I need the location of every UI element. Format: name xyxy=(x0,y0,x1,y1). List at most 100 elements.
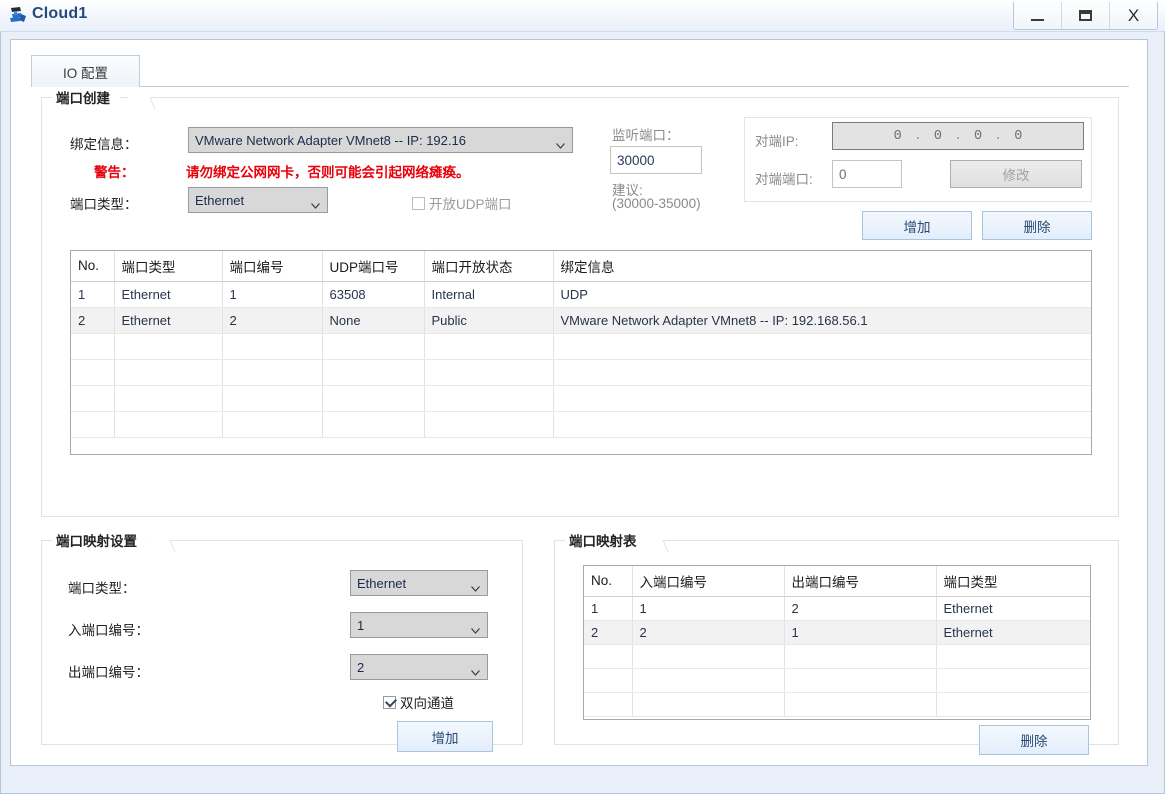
table-row[interactable]: 1 1 2 Ethernet xyxy=(584,596,1090,621)
checkbox-box xyxy=(383,694,398,709)
mapping-in-port-combo[interactable]: 1 xyxy=(350,612,488,638)
mapping-delete-button[interactable]: 删除 xyxy=(979,725,1089,755)
peer-port-input[interactable]: 0 xyxy=(832,160,902,188)
table-cell-empty xyxy=(936,644,1090,669)
delete-port-button-label: 删除 xyxy=(1023,219,1051,235)
table-cell-empty xyxy=(632,692,785,717)
listen-port-input[interactable]: 30000 xyxy=(610,146,702,174)
tab-io-config[interactable]: IO 配置 xyxy=(31,55,140,87)
tab-strip: IO 配置 xyxy=(31,55,1129,87)
group-mapping-table: 端口映射表 No. 入端口编号 出端口编号 端口类型 1 1 2 Ethernet 2 2 1 Eth… xyxy=(554,530,1119,755)
port-table[interactable]: No. 端口类型 端口编号 UDP端口号 端口开放状态 绑定信息 1 Ethernet 1 635… xyxy=(70,250,1092,455)
table-cell-empty xyxy=(936,668,1090,693)
table-cell: Ethernet xyxy=(936,620,1090,645)
table-cell-empty xyxy=(114,385,223,412)
mapping-add-button[interactable]: 增加 xyxy=(397,721,493,752)
table-cell-empty xyxy=(784,644,937,669)
bind-info-label: 绑定信息： xyxy=(70,137,138,152)
table-row[interactable]: 2 2 1 Ethernet xyxy=(584,620,1090,645)
table-cell-empty xyxy=(71,385,115,412)
peer-ip-octet-3: 0 xyxy=(974,128,983,144)
udp-open-checkbox[interactable]: 开放UDP端口 xyxy=(412,193,512,213)
table-header-cell: 端口开放状态 xyxy=(424,251,554,282)
mapping-in-port-value: 1 xyxy=(357,617,365,633)
table-header-cell: No. xyxy=(584,566,633,597)
port-type-label: 端口类型： xyxy=(70,197,138,212)
table-row-empty[interactable] xyxy=(71,333,1091,360)
table-cell-empty xyxy=(784,692,937,717)
table-header-cell: 绑定信息 xyxy=(553,251,1091,282)
close-button[interactable]: X xyxy=(1109,2,1157,29)
table-header-cell: 出端口编号 xyxy=(784,566,937,597)
table-cell-empty xyxy=(114,411,223,438)
mapping-out-port-value: 2 xyxy=(357,659,365,675)
check-icon xyxy=(384,694,398,708)
chevron-down-icon xyxy=(471,580,480,592)
table-cell: Ethernet xyxy=(114,281,223,308)
table-row-empty[interactable] xyxy=(71,385,1091,412)
table-header-cell: No. xyxy=(71,251,115,282)
delete-port-button[interactable]: 删除 xyxy=(982,211,1092,240)
table-header-row: No. 入端口编号 出端口编号 端口类型 xyxy=(584,566,1090,597)
table-cell-empty xyxy=(584,668,633,693)
add-port-button[interactable]: 增加 xyxy=(862,211,972,240)
table-cell: UDP xyxy=(553,281,1091,308)
table-header-cell: 端口类型 xyxy=(936,566,1090,597)
chevron-down-icon xyxy=(471,664,480,676)
mapping-delete-button-label: 删除 xyxy=(1020,734,1048,749)
tab-io-config-label: IO 配置 xyxy=(62,65,108,81)
group-port-create: 端口创建 绑定信息： VMware Network Adapter VMnet8… xyxy=(41,87,1119,517)
modify-button-label: 修改 xyxy=(1002,168,1030,183)
table-row[interactable]: 2 Ethernet 2 None Public VMware Network Adapt… xyxy=(71,307,1091,334)
mapping-in-port-label: 入端口编号： xyxy=(68,623,149,638)
table-row-empty[interactable] xyxy=(584,692,1090,717)
minimize-button[interactable] xyxy=(1014,2,1061,29)
suggest-range: (30000-35000) xyxy=(612,196,701,211)
port-table-grid: No. 端口类型 端口编号 UDP端口号 端口开放状态 绑定信息 1 Ethernet 1 635… xyxy=(71,251,1091,438)
bind-info-combo[interactable]: VMware Network Adapter VMnet8 -- IP: 192… xyxy=(188,127,573,153)
table-row-empty[interactable] xyxy=(584,668,1090,693)
table-cell-empty xyxy=(222,385,323,412)
table-row[interactable]: 1 Ethernet 1 63508 Internal UDP xyxy=(71,281,1091,308)
peer-port-value: 0 xyxy=(839,166,847,182)
table-cell-empty xyxy=(553,359,1091,386)
listen-port-value: 30000 xyxy=(617,152,655,168)
window-title: Cloud1 xyxy=(32,5,88,22)
table-cell: 1 xyxy=(71,281,115,308)
port-type-combo[interactable]: Ethernet xyxy=(188,187,328,213)
modify-button[interactable]: 修改 xyxy=(950,160,1082,188)
table-cell: 1 xyxy=(584,596,633,621)
table-cell-empty xyxy=(71,333,115,360)
mapping-table[interactable]: No. 入端口编号 出端口编号 端口类型 1 1 2 Ethernet 2 2 1 Ethernet xyxy=(583,565,1091,720)
table-cell: Public xyxy=(424,307,554,334)
table-header-cell: 端口编号 xyxy=(222,251,323,282)
peer-ip-octet-2: 0 xyxy=(933,128,942,144)
table-cell-empty xyxy=(322,333,425,360)
table-cell: 1 xyxy=(632,596,785,621)
table-cell-empty xyxy=(114,359,223,386)
mapping-out-port-combo[interactable]: 2 xyxy=(350,654,488,680)
table-row-empty[interactable] xyxy=(584,644,1090,669)
peer-ip-octet-4: 0 xyxy=(1014,128,1023,144)
table-cell: Ethernet xyxy=(936,596,1090,621)
maximize-button[interactable] xyxy=(1061,2,1109,29)
warning-label: 警告： xyxy=(94,165,135,180)
group-mapping-settings-title: 端口映射设置 xyxy=(52,530,147,550)
table-cell-empty xyxy=(114,333,223,360)
table-cell: 63508 xyxy=(322,281,425,308)
bidirectional-checkbox[interactable]: 双向通道 xyxy=(383,692,454,712)
table-cell-empty xyxy=(424,359,554,386)
bidirectional-label: 双向通道 xyxy=(400,696,454,711)
mapping-port-type-value: Ethernet xyxy=(357,575,407,591)
table-cell-empty xyxy=(322,411,425,438)
peer-ip-input[interactable]: 0 . 0 . 0 . 0 xyxy=(832,122,1084,150)
title-bar: Cloud1 X xyxy=(0,0,1165,32)
table-row-empty[interactable] xyxy=(71,359,1091,386)
close-icon: X xyxy=(1127,6,1140,25)
group-mapping-settings: 端口映射设置 端口类型： Ethernet 入端口编号： 1 出端口编号： 2 … xyxy=(41,530,523,752)
table-row-empty[interactable] xyxy=(71,411,1091,438)
client-area: IO 配置 端口创建 绑定信息： VMware Network Adapter … xyxy=(0,31,1165,794)
mapping-port-type-combo[interactable]: Ethernet xyxy=(350,570,488,596)
mapping-port-type-label: 端口类型： xyxy=(68,581,136,596)
mapping-table-body: No. 入端口编号 出端口编号 端口类型 1 1 2 Ethernet 2 2 1 Ethernet xyxy=(584,566,1090,717)
